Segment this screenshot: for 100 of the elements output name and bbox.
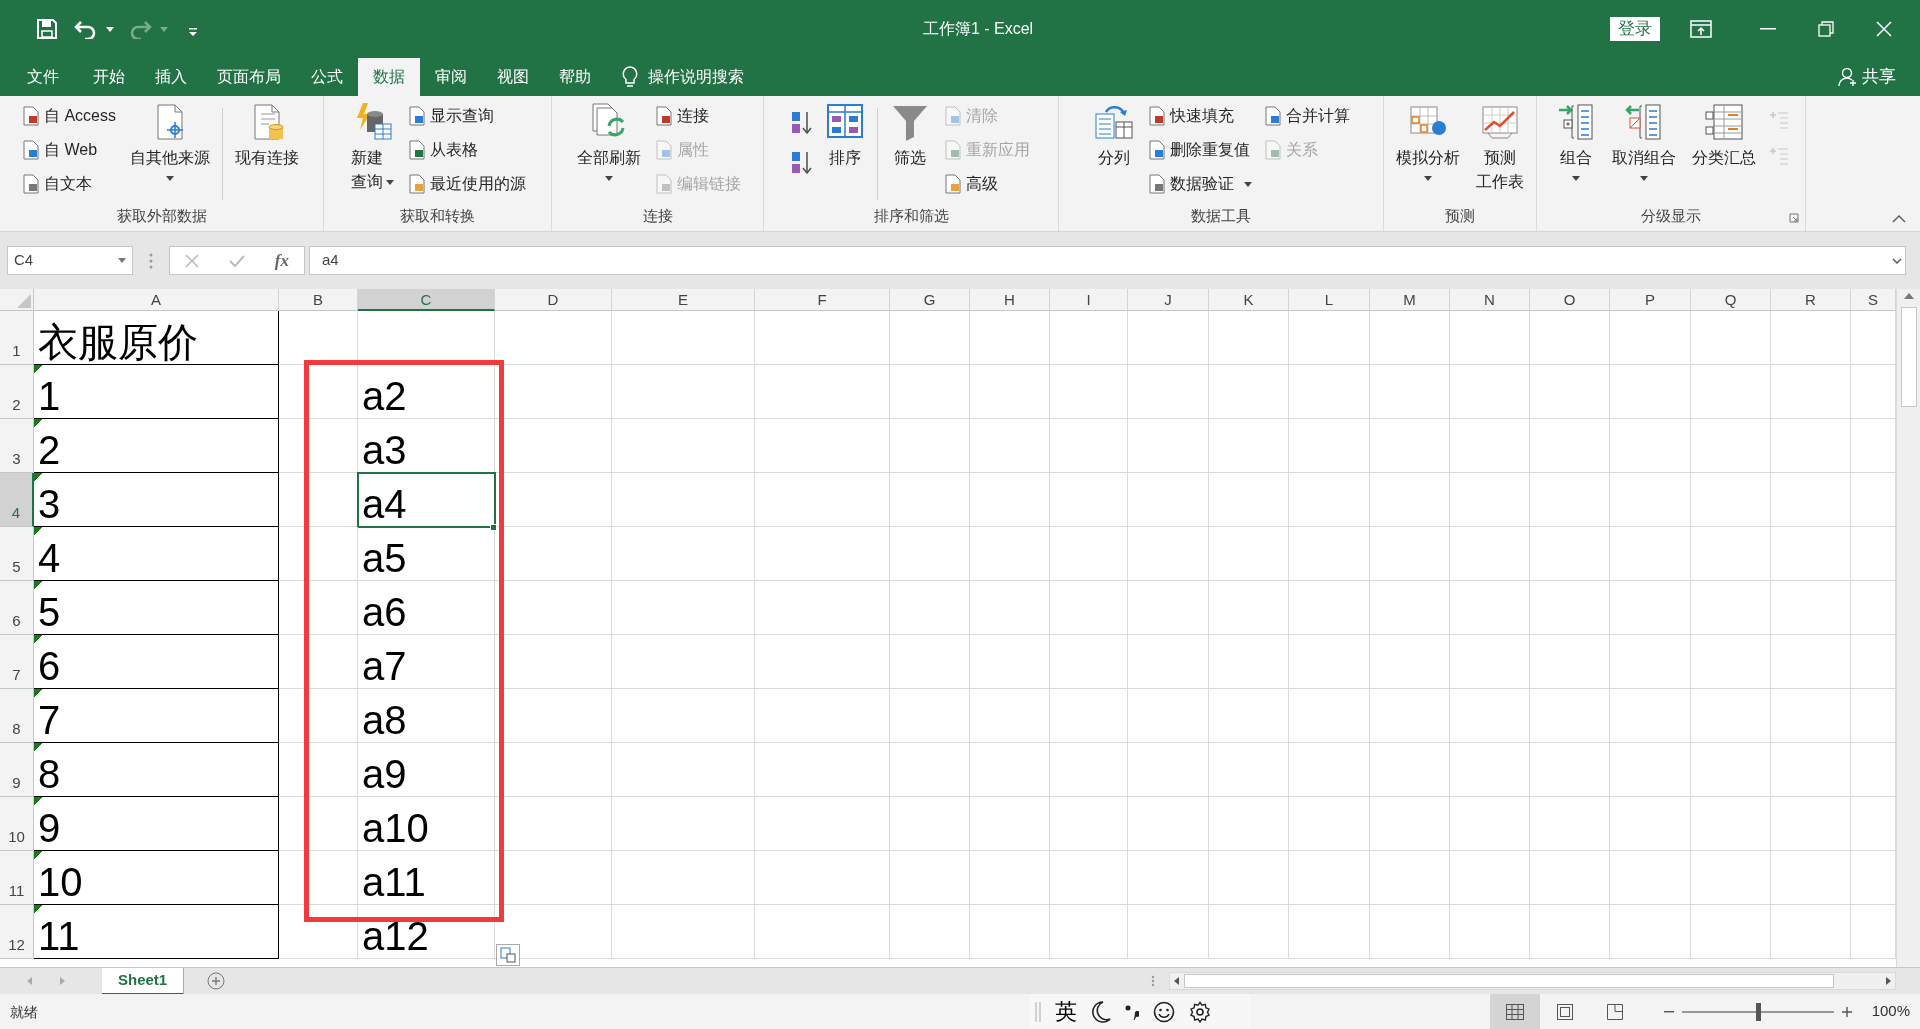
save-icon[interactable] — [36, 18, 58, 40]
customize-icon[interactable] — [188, 27, 198, 37]
restore-icon[interactable] — [1818, 21, 1834, 37]
column-header[interactable]: B — [279, 289, 358, 311]
ribbon-button[interactable]: 数据验证 — [1146, 170, 1254, 198]
menu-tab[interactable]: 开始 — [78, 58, 140, 96]
menu-tab[interactable]: 审阅 — [420, 58, 482, 96]
menu-tab[interactable]: 文件 — [8, 58, 78, 96]
ribbon-button[interactable]: 分列 — [1090, 102, 1138, 170]
ribbon-button[interactable]: 连接 — [652, 102, 743, 130]
ribbon-display-icon[interactable] — [1690, 20, 1712, 38]
view-button[interactable] — [1489, 994, 1540, 1029]
row-header[interactable]: 1 — [0, 311, 34, 365]
row-header[interactable]: 7 — [0, 635, 34, 689]
table-cell: a2 — [358, 365, 495, 419]
menu-tab[interactable]: 帮助 — [544, 58, 606, 96]
column-header[interactable]: O — [1530, 289, 1610, 311]
collapse-icon[interactable] — [1892, 215, 1906, 223]
settings-icon[interactable] — [1189, 1000, 1211, 1023]
scrollbar-thumb[interactable] — [1184, 974, 1834, 988]
ribbon-button[interactable]: 组合 — [1552, 102, 1600, 181]
close-icon[interactable] — [1876, 21, 1892, 37]
column-header[interactable]: P — [1610, 289, 1691, 311]
moon-icon[interactable] — [1091, 1000, 1111, 1023]
column-header[interactable]: H — [970, 289, 1050, 311]
column-header[interactable]: R — [1771, 289, 1851, 311]
ribbon-button[interactable]: 预测 工作表 — [1472, 102, 1528, 194]
ribbon-button[interactable]: 从表格 — [406, 136, 528, 164]
row-header[interactable]: 8 — [0, 689, 34, 743]
menu-tab[interactable]: 公式 — [296, 58, 358, 96]
row-header[interactable]: 9 — [0, 743, 34, 797]
fill-handle[interactable] — [490, 524, 497, 531]
column-header[interactable]: G — [890, 289, 970, 311]
column-header[interactable]: M — [1370, 289, 1450, 311]
ribbon-button[interactable]: 取消组合 — [1608, 102, 1680, 181]
scrollbar-thumb[interactable] — [1900, 307, 1917, 407]
row-header[interactable]: 4 — [0, 473, 34, 527]
ribbon-button[interactable]: 自其他来源 — [126, 102, 214, 181]
sort-icon[interactable] — [790, 110, 813, 136]
menu-tab[interactable]: 数据 — [358, 58, 420, 96]
check-icon[interactable] — [228, 254, 245, 267]
ribbon-button[interactable]: 自文本 — [20, 170, 118, 198]
toolbar-handle-icon[interactable] — [1035, 1001, 1041, 1022]
slider-thumb[interactable] — [1755, 1002, 1761, 1021]
dialog-launcher-icon[interactable] — [1789, 213, 1799, 223]
column-header[interactable]: D — [495, 289, 612, 311]
tell-me-search[interactable]: 操作说明搜索 — [646, 58, 746, 96]
expand-icon[interactable] — [1892, 257, 1902, 264]
sort-icon[interactable] — [790, 150, 813, 176]
row-header[interactable]: 6 — [0, 581, 34, 635]
ribbon-button[interactable]: 合并计算 — [1262, 102, 1352, 130]
menu-tab[interactable]: 视图 — [482, 58, 544, 96]
paste-options-icon[interactable] — [496, 944, 520, 966]
ribbon-button[interactable]: 模拟分析 — [1392, 102, 1464, 181]
name-box[interactable]: C4 — [7, 246, 133, 275]
row-header[interactable]: 3 — [0, 419, 34, 473]
menu-tab[interactable]: 页面布局 — [202, 58, 296, 96]
column-header[interactable]: K — [1209, 289, 1289, 311]
column-header[interactable]: I — [1050, 289, 1128, 311]
ribbon-button[interactable]: 全部刷新 — [572, 102, 645, 181]
row-header[interactable]: 2 — [0, 365, 34, 419]
ribbon-button[interactable]: 删除重复值 — [1146, 136, 1254, 164]
column-header[interactable]: N — [1450, 289, 1530, 311]
column-header[interactable]: Q — [1691, 289, 1771, 311]
smiley-icon[interactable] — [1153, 1000, 1175, 1023]
row-header[interactable]: 10 — [0, 797, 34, 851]
column-header[interactable]: C — [358, 289, 495, 311]
ribbon-button[interactable]: 高级 — [941, 170, 1032, 198]
column-header[interactable]: J — [1128, 289, 1209, 311]
zoom-out-icon[interactable] — [1663, 1010, 1674, 1013]
ribbon-button[interactable]: 最近使用的源 — [406, 170, 528, 198]
ribbon-button[interactable]: 快速填充 — [1146, 102, 1254, 130]
scroll-up-icon[interactable] — [1903, 293, 1914, 299]
column-header[interactable]: S — [1851, 289, 1896, 311]
menu-tab[interactable]: 插入 — [140, 58, 202, 96]
ribbon-button[interactable]: 现有连接 — [231, 102, 303, 170]
zoom-in-icon[interactable] — [1841, 1006, 1852, 1017]
zoom-level[interactable]: 100% — [1871, 1000, 1910, 1023]
add-sheet-icon[interactable] — [207, 972, 226, 990]
formula-field[interactable]: a4 — [309, 246, 1906, 275]
ribbon-button[interactable]: 新建 查询 — [347, 102, 398, 194]
ime-mode-button[interactable]: 英 — [1055, 995, 1077, 1028]
column-header[interactable]: A — [34, 289, 279, 311]
undo-icon[interactable] — [74, 19, 98, 39]
row-header[interactable]: 5 — [0, 527, 34, 581]
ribbon-button[interactable]: 排序 — [820, 102, 869, 170]
insert-function-button[interactable]: fx — [274, 247, 289, 274]
ribbon-button[interactable]: 分类汇总 — [1688, 102, 1760, 170]
row-header[interactable]: 11 — [0, 851, 34, 905]
sign-in-button[interactable]: 登录 — [1610, 17, 1660, 41]
share-button[interactable]: 共享 — [1838, 58, 1896, 96]
ribbon-button[interactable]: 自 Web — [20, 136, 118, 164]
ribbon-button[interactable]: 筛选 — [885, 102, 934, 170]
column-header[interactable]: L — [1289, 289, 1370, 311]
sheet-tab[interactable]: Sheet1 — [102, 967, 184, 995]
row-header[interactable]: 12 — [0, 905, 34, 959]
ribbon-button[interactable]: 显示查询 — [406, 102, 528, 130]
ribbon-button[interactable]: 自 Access — [20, 102, 118, 130]
column-header[interactable]: F — [755, 289, 890, 311]
column-header[interactable]: E — [612, 289, 755, 311]
